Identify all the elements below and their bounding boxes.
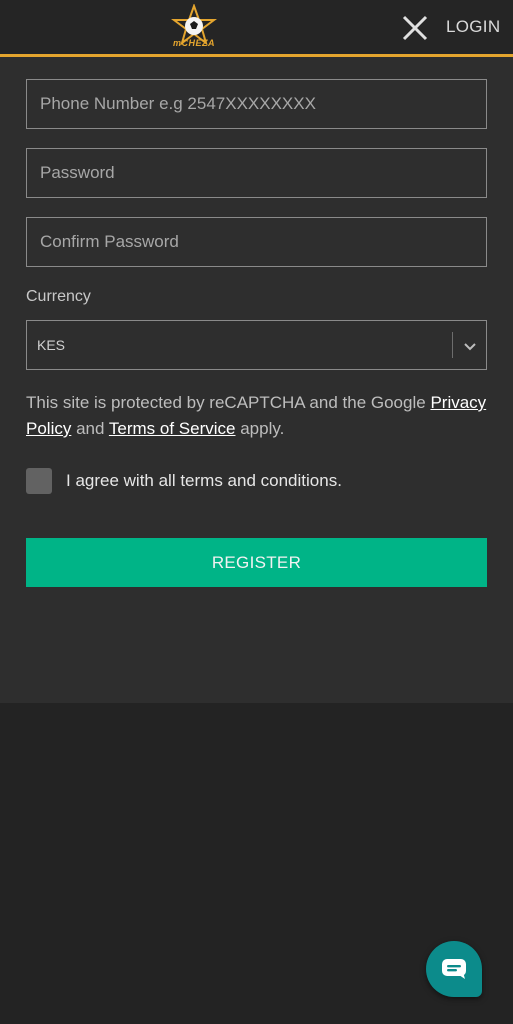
agree-terms-label[interactable]: I agree with all terms and conditions.	[66, 471, 342, 491]
agree-terms-checkbox[interactable]	[26, 468, 52, 494]
recaptcha-text-and: and	[76, 419, 105, 438]
recaptcha-text-prefix: This site is protected by reCAPTCHA and …	[26, 393, 426, 412]
close-icon	[402, 15, 428, 41]
select-divider	[452, 332, 453, 358]
register-button[interactable]: REGISTER	[26, 538, 487, 587]
logo-text: mCHEZA	[172, 38, 215, 48]
password-input[interactable]	[26, 148, 487, 198]
close-button[interactable]	[400, 13, 430, 43]
login-link[interactable]: LOGIN	[446, 17, 500, 37]
recaptcha-notice: This site is protected by reCAPTCHA and …	[26, 390, 496, 442]
chat-bubble-icon	[442, 959, 466, 979]
phone-number-input[interactable]	[26, 79, 487, 129]
confirm-password-input[interactable]	[26, 217, 487, 267]
currency-value: KES	[37, 337, 66, 353]
terms-of-service-link[interactable]: Terms of Service	[109, 419, 236, 438]
currency-label: Currency	[26, 288, 91, 305]
chat-button[interactable]	[426, 941, 482, 997]
top-header: mCHEZA LOGIN	[0, 0, 513, 57]
recaptcha-text-suffix: apply.	[240, 419, 285, 438]
currency-select[interactable]: KES	[26, 320, 487, 370]
chevron-down-icon	[463, 339, 477, 357]
registration-form: Currency KES This site is protected by r…	[0, 57, 513, 703]
